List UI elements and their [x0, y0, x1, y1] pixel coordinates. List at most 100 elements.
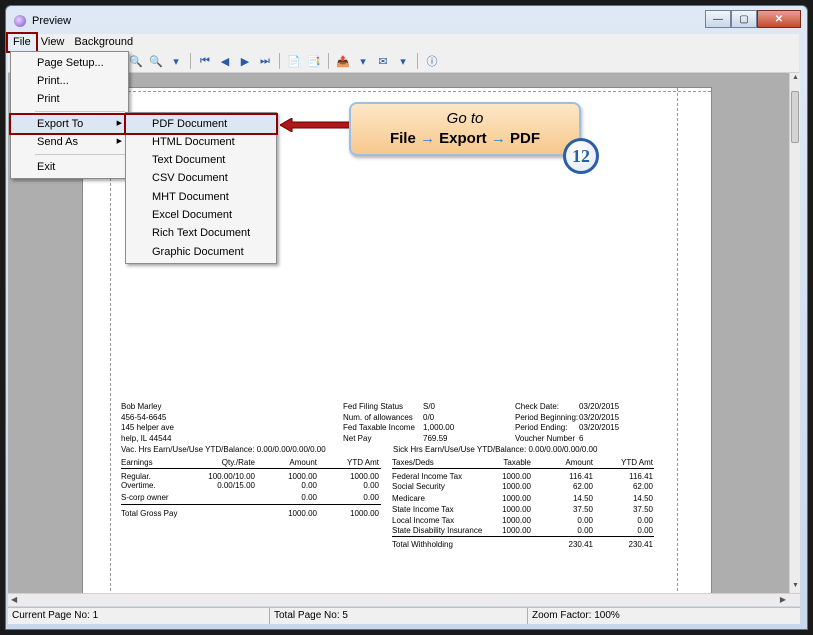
table-cell: 0.00: [577, 526, 593, 535]
check-label: Period Ending:: [515, 423, 568, 432]
filing-label: Net Pay: [343, 433, 372, 443]
scroll-right-icon[interactable]: ▶: [780, 595, 786, 604]
menu-item-exit[interactable]: Exit: [11, 158, 128, 176]
earnings-header: Earnings: [121, 458, 153, 467]
check-values: 03/20/2015 03/20/2015 03/20/2015 6: [579, 402, 619, 444]
instruction-callout: Go to File → Export → PDF: [349, 102, 581, 156]
menu-separator: [35, 154, 125, 155]
table-cell: Local Income Tax: [392, 516, 455, 525]
callout-line-2: File → Export → PDF: [351, 130, 579, 147]
chevron-down-icon[interactable]: ▾: [168, 53, 184, 69]
table-cell: 1000.00: [502, 494, 531, 503]
menu-bar: File View Background: [6, 32, 799, 53]
scroll-up-icon[interactable]: ▲: [791, 74, 800, 84]
export-excel[interactable]: Excel Document: [126, 206, 276, 224]
scroll-down-icon[interactable]: ▼: [791, 582, 800, 592]
menu-item-send-as[interactable]: Send As ▶: [11, 133, 128, 151]
email-icon[interactable]: ✉: [375, 53, 391, 69]
title-bar[interactable]: Preview — ▢ ✕: [6, 6, 807, 34]
menu-file[interactable]: File: [6, 32, 38, 53]
menu-background[interactable]: Background: [69, 34, 138, 51]
maximize-button[interactable]: ▢: [731, 10, 757, 28]
table-cell: 1000.00: [502, 505, 531, 514]
table-cell: 116.41: [629, 472, 653, 481]
page-margin-guide: [677, 88, 678, 593]
export-html[interactable]: HTML Document: [126, 133, 276, 151]
scroll-thumb[interactable]: [791, 91, 799, 143]
window-title: Preview: [32, 15, 72, 27]
table-cell: 100.00/10.00: [208, 472, 255, 481]
table-cell: 62.00: [632, 482, 653, 491]
callout-export: Export: [439, 130, 487, 147]
table-cell: 1000.00: [502, 472, 531, 481]
table-cell: S-corp owner: [121, 493, 169, 502]
menu-item-export-to[interactable]: Export To ▶: [9, 113, 130, 135]
earnings-header: YTD Amt: [346, 458, 379, 467]
zoom-in-icon[interactable]: 🔍: [128, 53, 144, 69]
status-zoom: Zoom Factor: 100%: [532, 610, 620, 621]
export-text[interactable]: Text Document: [126, 151, 276, 169]
chevron-down-icon[interactable]: ▾: [395, 53, 411, 69]
multi-page-icon[interactable]: 📑: [306, 53, 322, 69]
status-current-page: Current Page No: 1: [8, 608, 270, 624]
export-csv[interactable]: CSV Document: [126, 169, 276, 187]
table-cell: 1000.00: [502, 482, 531, 491]
window-backdrop: Preview — ▢ ✕ File View Background 🔍 🔍 ▾…: [0, 0, 813, 635]
vacation-hours: Vac. Hrs Earn/Use/Use YTD/Balance: 0.00/…: [121, 445, 326, 454]
menu-item-print[interactable]: Print: [11, 90, 128, 108]
page-margin-guide: [83, 91, 711, 92]
table-cell: 230.41: [628, 540, 653, 549]
vertical-scrollbar[interactable]: ▲ ▼: [789, 73, 800, 593]
submenu-arrow-icon: ▶: [116, 120, 122, 127]
table-cell: 62.00: [572, 482, 593, 491]
last-page-icon[interactable]: ⏭: [257, 53, 273, 69]
table-cell: 1000.00: [502, 526, 531, 535]
status-bar: Current Page No: 1 Total Page No: 5 Zoom…: [8, 607, 800, 624]
table-cell: 1000.00: [350, 472, 379, 481]
menu-view[interactable]: View: [36, 34, 70, 51]
toolbar-separator: [328, 53, 329, 69]
callout-line-1: Go to: [446, 110, 484, 127]
table-cell: 0.00: [637, 526, 653, 535]
check-labels: Check Date: Period Beginning: Period End…: [515, 402, 578, 444]
zoom-out-icon[interactable]: 🔍: [148, 53, 164, 69]
table-cell: State Disability Insurance: [392, 526, 483, 535]
callout-pointer-arrow: [280, 118, 352, 132]
table-cell: 0.00: [577, 516, 593, 525]
toolbar-separator: [190, 53, 191, 69]
employee-ssn: 456-54-6645: [121, 412, 167, 422]
export-submenu: PDF Document HTML Document Text Document…: [124, 112, 278, 264]
menu-item-print-dialog[interactable]: Print...: [11, 72, 128, 90]
table-cell: Regular.: [121, 472, 151, 481]
check-value: 6: [579, 433, 584, 443]
export-icon[interactable]: 📤: [335, 53, 351, 69]
submenu-arrow-icon: ▶: [116, 138, 122, 145]
table-cell: 0.00: [301, 493, 317, 502]
first-page-icon[interactable]: ⏮: [197, 53, 213, 69]
export-rich-text[interactable]: Rich Text Document: [126, 224, 276, 242]
next-page-icon[interactable]: ▶: [237, 53, 253, 69]
check-value: 03/20/2015: [579, 402, 620, 411]
help-icon[interactable]: ⓘ: [424, 53, 440, 69]
callout-pdf: PDF: [510, 130, 541, 147]
scroll-left-icon[interactable]: ◀: [11, 595, 17, 604]
close-button[interactable]: ✕: [757, 10, 801, 28]
minimize-button[interactable]: —: [705, 10, 731, 28]
menu-item-page-setup[interactable]: Page Setup...: [11, 54, 128, 72]
callout-file: File: [389, 130, 416, 147]
export-mht[interactable]: MHT Document: [126, 188, 276, 206]
status-total-pages: Total Page No: 5: [270, 608, 528, 624]
table-cell: 0.00: [301, 481, 317, 490]
export-pdf[interactable]: PDF Document: [124, 113, 278, 135]
toolbar-separator: [279, 53, 280, 69]
toolbar-icons: 🔍 🔍 ▾ ⏮ ◀ ▶ ⏭ 📄 📑 📤 ▾ ✉ ▾ ⓘ: [128, 53, 440, 69]
filing-label: Fed Filing Status: [343, 402, 404, 411]
horizontal-scrollbar[interactable]: ◀ ▶: [8, 593, 800, 606]
check-label: Check Date:: [515, 402, 560, 411]
single-page-icon[interactable]: 📄: [286, 53, 302, 69]
previous-page-icon[interactable]: ◀: [217, 53, 233, 69]
check-value: 03/20/2015: [579, 412, 620, 422]
taxes-header: Taxable: [503, 458, 531, 467]
export-graphic[interactable]: Graphic Document: [126, 243, 276, 261]
chevron-down-icon[interactable]: ▾: [355, 53, 371, 69]
